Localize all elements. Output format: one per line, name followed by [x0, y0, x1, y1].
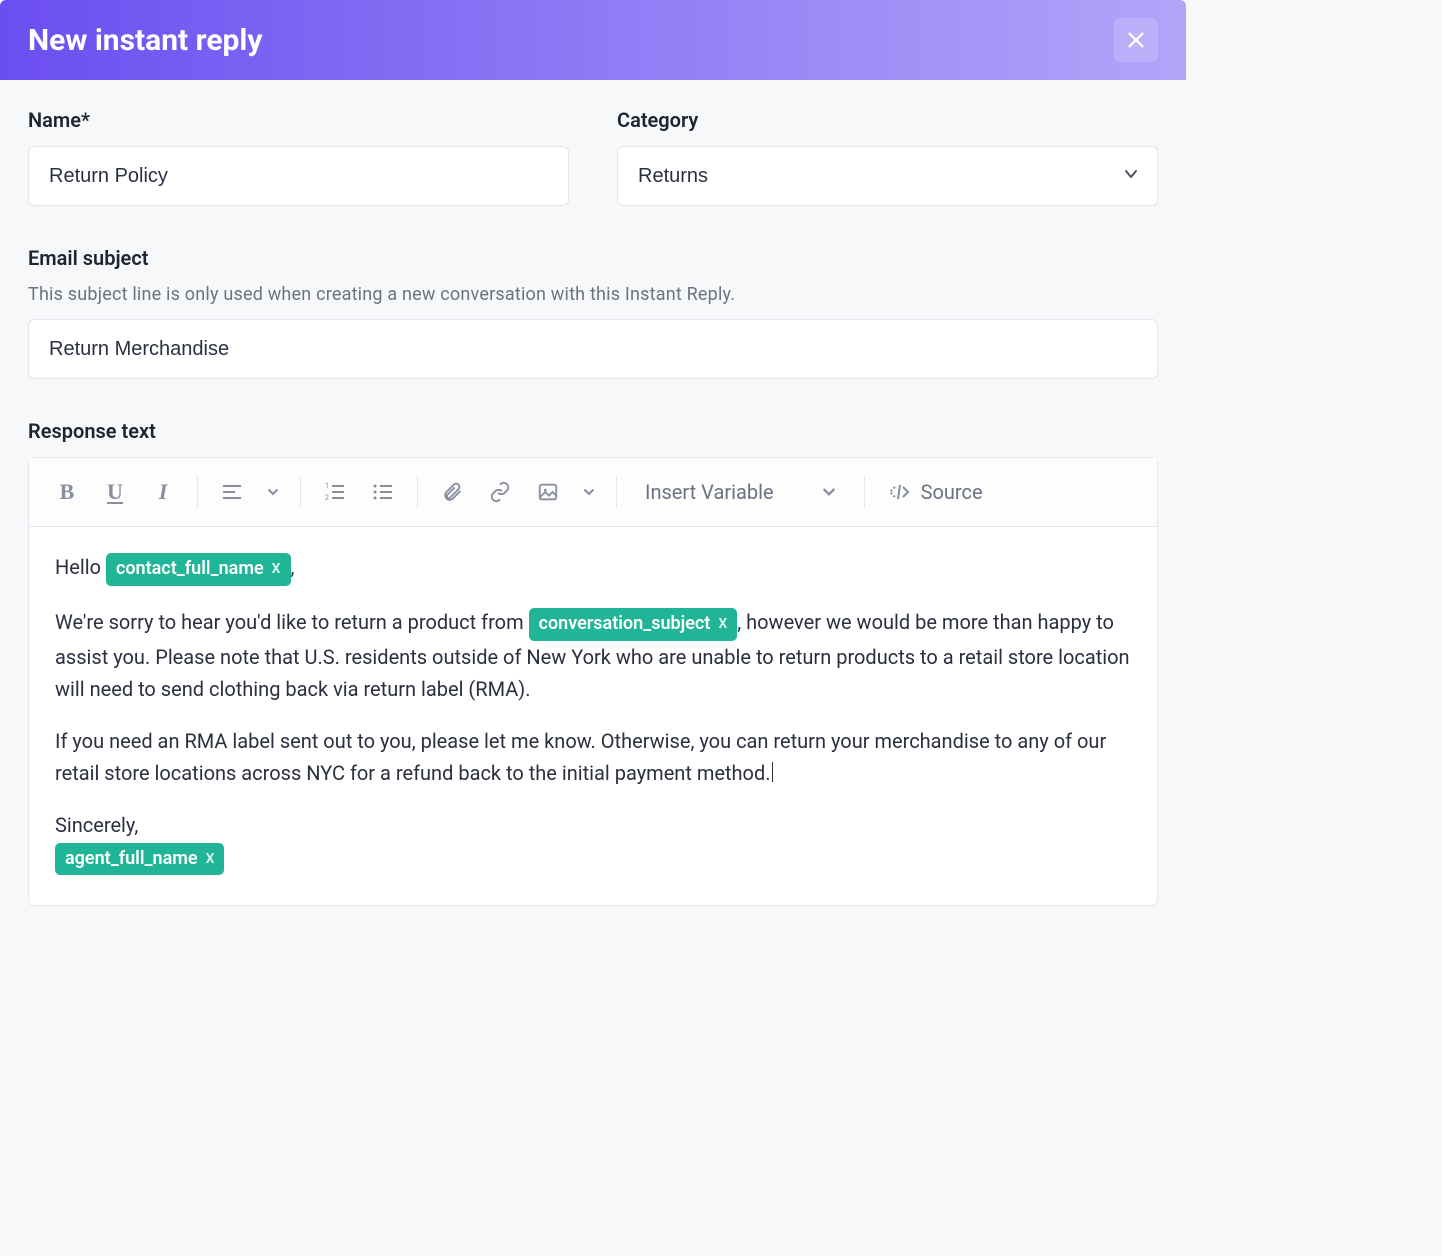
toolbar-separator [417, 476, 418, 508]
category-field: Category [617, 108, 1158, 206]
source-label: Source [921, 480, 983, 504]
image-icon [537, 481, 559, 503]
image-button[interactable] [526, 470, 570, 514]
unordered-list-button[interactable] [361, 470, 405, 514]
insert-variable-label: Insert Variable [645, 480, 774, 504]
greeting-suffix: , [291, 555, 295, 579]
response-text-label: Response text [28, 419, 1158, 443]
insert-variable-button[interactable]: Insert Variable [629, 470, 852, 514]
chip-label: conversation_subject [539, 610, 711, 639]
modal-header: New instant reply [0, 0, 1186, 80]
name-field: Name* [28, 108, 569, 206]
toolbar-separator [864, 476, 865, 508]
new-instant-reply-modal: New instant reply Name* Category Ema [0, 0, 1186, 934]
italic-button[interactable]: I [141, 470, 185, 514]
attachment-button[interactable] [430, 470, 474, 514]
chevron-down-icon [822, 485, 836, 499]
link-icon [489, 481, 511, 503]
greeting-prefix: Hello [55, 555, 106, 579]
modal-title: New instant reply [28, 23, 262, 58]
close-button[interactable] [1114, 18, 1158, 62]
email-subject-input[interactable] [28, 319, 1158, 379]
toolbar-separator [616, 476, 617, 508]
name-category-row: Name* Category [28, 108, 1158, 206]
unordered-list-icon [371, 480, 395, 504]
align-dropdown[interactable] [258, 470, 288, 514]
source-icon [887, 480, 911, 504]
variable-chip-contact[interactable]: contact_full_name X [106, 553, 291, 586]
chip-remove-icon[interactable]: X [270, 558, 283, 580]
category-label: Category [617, 108, 1158, 132]
chip-remove-icon[interactable]: X [204, 848, 217, 870]
signoff: Sincerely, [55, 809, 1131, 841]
chevron-down-icon [267, 486, 279, 498]
chip-label: contact_full_name [116, 555, 264, 584]
link-button[interactable] [478, 470, 522, 514]
svg-text:2: 2 [325, 494, 329, 502]
image-dropdown[interactable] [574, 470, 604, 514]
name-input[interactable] [28, 146, 569, 206]
ordered-list-icon: 12 [323, 480, 347, 504]
variable-chip-subject[interactable]: conversation_subjectX [529, 608, 738, 641]
source-button[interactable]: Source [877, 470, 993, 514]
category-select-wrap [617, 146, 1158, 206]
para1-before: We're sorry to hear you'd like to return… [55, 610, 529, 634]
editor-content[interactable]: Hello contact_full_name X, We're sorry to… [29, 527, 1157, 905]
chip-remove-icon[interactable]: X [716, 613, 729, 635]
email-subject-label: Email subject [28, 246, 1158, 270]
bold-button[interactable]: B [45, 470, 89, 514]
underline-button[interactable]: U [93, 470, 137, 514]
variable-chip-agent[interactable]: agent_full_name X [55, 843, 224, 876]
editor-toolbar: B U I 12 [29, 458, 1157, 527]
toolbar-separator [197, 476, 198, 508]
ordered-list-button[interactable]: 12 [313, 470, 357, 514]
toolbar-separator [300, 476, 301, 508]
paperclip-icon [441, 481, 463, 503]
name-label: Name* [28, 108, 569, 132]
category-select[interactable] [617, 146, 1158, 206]
svg-text:1: 1 [325, 482, 329, 490]
chip-label: agent_full_name [65, 845, 198, 874]
para2: If you need an RMA label sent out to you… [55, 729, 1106, 785]
response-text-section: Response text B U I 12 [28, 419, 1158, 906]
rich-text-editor: B U I 12 [28, 457, 1158, 906]
chevron-down-icon [583, 486, 595, 498]
modal-body: Name* Category Email subject This subjec… [0, 80, 1186, 934]
align-button[interactable] [210, 470, 254, 514]
email-subject-help: This subject line is only used when crea… [28, 284, 1158, 305]
align-left-icon [221, 481, 243, 503]
close-icon [1126, 30, 1146, 50]
email-subject-section: Email subject This subject line is only … [28, 246, 1158, 379]
